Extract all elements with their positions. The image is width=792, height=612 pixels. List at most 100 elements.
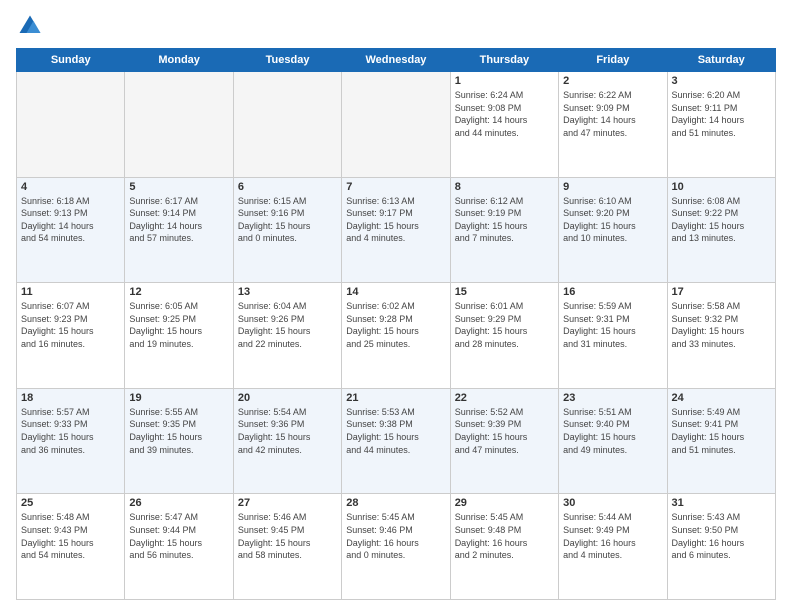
calendar-cell: 4Sunrise: 6:18 AM Sunset: 9:13 PM Daylig… — [17, 177, 125, 283]
calendar-header-row: SundayMondayTuesdayWednesdayThursdayFrid… — [17, 49, 776, 72]
day-number: 5 — [129, 181, 228, 193]
calendar-cell: 12 Sunrise: 6:05 AM Sunset: 9:25 PM Dayli… — [125, 283, 233, 389]
day-detail: Sunrise: 5:46 AM Sunset: 9:45 PM Dayligh… — [238, 511, 337, 561]
calendar-cell: 15 Sunrise: 6:01 AM Sunset: 9:29 PM Dayli… — [450, 283, 558, 389]
day-number: 1 — [455, 75, 554, 87]
day-detail: Sunrise: 5:47 AM Sunset: 9:44 PM Dayligh… — [129, 511, 228, 561]
day-detail: Sunrise: 6:13 AM Sunset: 9:17 PM Dayligh… — [346, 195, 445, 245]
day-number: 28 — [346, 497, 445, 509]
day-detail: Sunrise: 6:10 AM Sunset: 9:20 PM Dayligh… — [563, 195, 662, 245]
calendar-cell: 17 Sunrise: 5:58 AM Sunset: 9:32 PM Dayli… — [667, 283, 775, 389]
calendar-day-header: Friday — [559, 49, 667, 72]
calendar-cell: 7 Sunrise: 6:13 AM Sunset: 9:17 PM Daylig… — [342, 177, 450, 283]
logo — [16, 12, 48, 40]
day-detail: Sunrise: 5:51 AM Sunset: 9:40 PM Dayligh… — [563, 406, 662, 456]
day-number: 21 — [346, 392, 445, 404]
day-number: 24 — [672, 392, 771, 404]
calendar-week-row: 4Sunrise: 6:18 AM Sunset: 9:13 PM Daylig… — [17, 177, 776, 283]
calendar-day-header: Thursday — [450, 49, 558, 72]
page: SundayMondayTuesdayWednesdayThursdayFrid… — [0, 0, 792, 612]
day-detail: Sunrise: 5:58 AM Sunset: 9:32 PM Dayligh… — [672, 300, 771, 350]
calendar-cell: 18 Sunrise: 5:57 AM Sunset: 9:33 PM Dayli… — [17, 388, 125, 494]
calendar-cell: 16 Sunrise: 5:59 AM Sunset: 9:31 PM Dayli… — [559, 283, 667, 389]
day-number: 15 — [455, 286, 554, 298]
day-detail: Sunrise: 5:55 AM Sunset: 9:35 PM Dayligh… — [129, 406, 228, 456]
day-number: 19 — [129, 392, 228, 404]
day-number: 13 — [238, 286, 337, 298]
day-number: 30 — [563, 497, 662, 509]
day-detail: Sunrise: 6:15 AM Sunset: 9:16 PM Dayligh… — [238, 195, 337, 245]
day-number: 22 — [455, 392, 554, 404]
day-number: 29 — [455, 497, 554, 509]
day-detail: Sunrise: 5:45 AM Sunset: 9:46 PM Dayligh… — [346, 511, 445, 561]
calendar-cell: 9 Sunrise: 6:10 AM Sunset: 9:20 PM Daylig… — [559, 177, 667, 283]
calendar-cell — [233, 72, 341, 178]
calendar-week-row: 25 Sunrise: 5:48 AM Sunset: 9:43 PM Dayli… — [17, 494, 776, 600]
day-number: 27 — [238, 497, 337, 509]
header — [16, 12, 776, 40]
calendar-cell: 5 Sunrise: 6:17 AM Sunset: 9:14 PM Daylig… — [125, 177, 233, 283]
day-detail: Sunrise: 5:44 AM Sunset: 9:49 PM Dayligh… — [563, 511, 662, 561]
calendar-cell: 14 Sunrise: 6:02 AM Sunset: 9:28 PM Dayli… — [342, 283, 450, 389]
day-number: 14 — [346, 286, 445, 298]
day-detail: Sunrise: 6:02 AM Sunset: 9:28 PM Dayligh… — [346, 300, 445, 350]
day-detail: Sunrise: 5:54 AM Sunset: 9:36 PM Dayligh… — [238, 406, 337, 456]
day-detail: Sunrise: 5:48 AM Sunset: 9:43 PM Dayligh… — [21, 511, 120, 561]
day-detail: Sunrise: 6:07 AM Sunset: 9:23 PM Dayligh… — [21, 300, 120, 350]
calendar-week-row: 18 Sunrise: 5:57 AM Sunset: 9:33 PM Dayli… — [17, 388, 776, 494]
day-number: 23 — [563, 392, 662, 404]
calendar-cell: 3 Sunrise: 6:20 AM Sunset: 9:11 PM Daylig… — [667, 72, 775, 178]
calendar-day-header: Saturday — [667, 49, 775, 72]
day-number: 20 — [238, 392, 337, 404]
day-number: 2 — [563, 75, 662, 87]
calendar-cell: 13 Sunrise: 6:04 AM Sunset: 9:26 PM Dayli… — [233, 283, 341, 389]
day-detail: Sunrise: 6:24 AM Sunset: 9:08 PM Dayligh… — [455, 89, 554, 139]
calendar-cell: 24 Sunrise: 5:49 AM Sunset: 9:41 PM Dayli… — [667, 388, 775, 494]
day-detail: Sunrise: 6:22 AM Sunset: 9:09 PM Dayligh… — [563, 89, 662, 139]
day-detail: Sunrise: 5:53 AM Sunset: 9:38 PM Dayligh… — [346, 406, 445, 456]
calendar-day-header: Tuesday — [233, 49, 341, 72]
day-number: 12 — [129, 286, 228, 298]
day-number: 3 — [672, 75, 771, 87]
day-detail: Sunrise: 6:12 AM Sunset: 9:19 PM Dayligh… — [455, 195, 554, 245]
calendar-cell: 19 Sunrise: 5:55 AM Sunset: 9:35 PM Dayli… — [125, 388, 233, 494]
calendar-cell: 23 Sunrise: 5:51 AM Sunset: 9:40 PM Dayli… — [559, 388, 667, 494]
calendar-cell: 30 Sunrise: 5:44 AM Sunset: 9:49 PM Dayli… — [559, 494, 667, 600]
calendar-cell: 1 Sunrise: 6:24 AM Sunset: 9:08 PM Daylig… — [450, 72, 558, 178]
calendar-cell: 28 Sunrise: 5:45 AM Sunset: 9:46 PM Dayli… — [342, 494, 450, 600]
day-detail: Sunrise: 5:52 AM Sunset: 9:39 PM Dayligh… — [455, 406, 554, 456]
day-number: 8 — [455, 181, 554, 193]
logo-icon — [16, 12, 44, 40]
day-number: 25 — [21, 497, 120, 509]
day-number: 18 — [21, 392, 120, 404]
day-detail: Sunrise: 5:57 AM Sunset: 9:33 PM Dayligh… — [21, 406, 120, 456]
day-detail: Sunrise: 5:59 AM Sunset: 9:31 PM Dayligh… — [563, 300, 662, 350]
day-detail: Sunrise: 6:08 AM Sunset: 9:22 PM Dayligh… — [672, 195, 771, 245]
calendar-cell: 11 Sunrise: 6:07 AM Sunset: 9:23 PM Dayli… — [17, 283, 125, 389]
calendar-week-row: 11 Sunrise: 6:07 AM Sunset: 9:23 PM Dayli… — [17, 283, 776, 389]
calendar-day-header: Sunday — [17, 49, 125, 72]
day-detail: Sunrise: 6:17 AM Sunset: 9:14 PM Dayligh… — [129, 195, 228, 245]
calendar-cell: 26Sunrise: 5:47 AM Sunset: 9:44 PM Dayli… — [125, 494, 233, 600]
calendar-cell: 22 Sunrise: 5:52 AM Sunset: 9:39 PM Dayli… — [450, 388, 558, 494]
calendar-cell — [17, 72, 125, 178]
day-detail: Sunrise: 5:49 AM Sunset: 9:41 PM Dayligh… — [672, 406, 771, 456]
calendar-cell: 25 Sunrise: 5:48 AM Sunset: 9:43 PM Dayli… — [17, 494, 125, 600]
calendar-cell: 10Sunrise: 6:08 AM Sunset: 9:22 PM Dayli… — [667, 177, 775, 283]
calendar-cell — [125, 72, 233, 178]
calendar-cell: 27 Sunrise: 5:46 AM Sunset: 9:45 PM Dayli… — [233, 494, 341, 600]
day-number: 16 — [563, 286, 662, 298]
calendar-cell: 2 Sunrise: 6:22 AM Sunset: 9:09 PM Daylig… — [559, 72, 667, 178]
day-detail: Sunrise: 6:04 AM Sunset: 9:26 PM Dayligh… — [238, 300, 337, 350]
day-number: 9 — [563, 181, 662, 193]
calendar-cell: 6Sunrise: 6:15 AM Sunset: 9:16 PM Daylig… — [233, 177, 341, 283]
calendar-cell: 31Sunrise: 5:43 AM Sunset: 9:50 PM Dayli… — [667, 494, 775, 600]
day-detail: Sunrise: 6:05 AM Sunset: 9:25 PM Dayligh… — [129, 300, 228, 350]
day-detail: Sunrise: 6:20 AM Sunset: 9:11 PM Dayligh… — [672, 89, 771, 139]
day-number: 11 — [21, 286, 120, 298]
day-detail: Sunrise: 6:01 AM Sunset: 9:29 PM Dayligh… — [455, 300, 554, 350]
calendar-cell: 8 Sunrise: 6:12 AM Sunset: 9:19 PM Daylig… — [450, 177, 558, 283]
day-number: 7 — [346, 181, 445, 193]
day-number: 17 — [672, 286, 771, 298]
day-number: 31 — [672, 497, 771, 509]
